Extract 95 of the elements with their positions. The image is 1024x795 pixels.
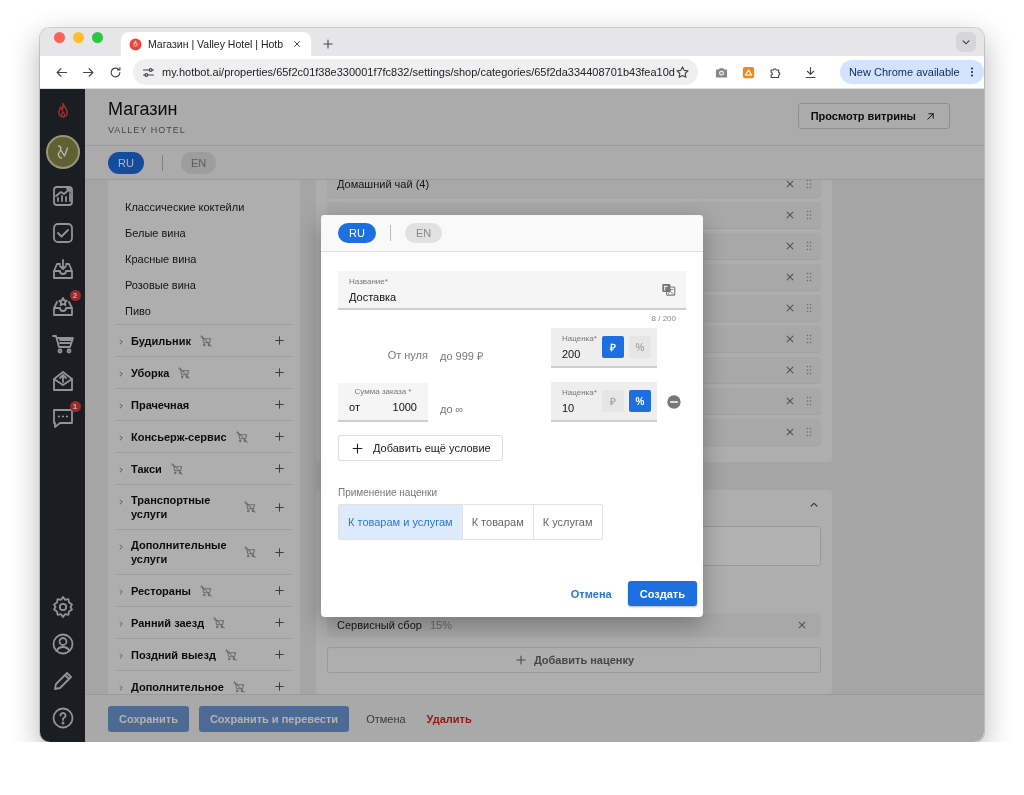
order-amount-field[interactable]: Сумма заказа * от 1000 [338, 382, 428, 422]
product-name: Домашний чай (4) [337, 180, 430, 190]
category-group[interactable]: Консьерж-сервис [131, 429, 227, 444]
field-prefix: от [349, 400, 360, 413]
field-value: Доставка [349, 290, 398, 303]
plus-icon[interactable] [273, 500, 286, 514]
delete-button[interactable]: Удалить [422, 705, 476, 732]
category-group[interactable]: Такси [131, 461, 162, 476]
category-group[interactable]: Поздний выезд [131, 647, 216, 662]
category-item[interactable]: Белые вина [108, 220, 300, 246]
category-group[interactable]: Ранний заезд [131, 615, 205, 630]
section-label: Применение наценки [338, 487, 439, 498]
markup-field[interactable]: Наценка* 10 ₽ % [551, 382, 657, 422]
extension-icon[interactable] [740, 64, 756, 80]
mail-upload-icon[interactable] [50, 368, 75, 393]
star-icon[interactable] [674, 64, 690, 80]
add-condition-button[interactable]: Добавить ещё условие [338, 435, 503, 461]
help-icon[interactable] [50, 705, 75, 730]
field-label: Наценка* [562, 388, 597, 397]
range-start: От нуля [387, 349, 428, 361]
update-button[interactable]: New Chrome available [839, 60, 984, 84]
segment-option[interactable]: К товарам и услугам [339, 505, 462, 539]
notification-badge: 1 [69, 401, 81, 412]
range-end: до ∞ [440, 403, 464, 415]
field-label: Наценка* [562, 334, 597, 343]
plus-icon[interactable] [273, 366, 286, 379]
plus-icon[interactable] [273, 462, 286, 475]
close-icon[interactable] [291, 38, 303, 50]
notification-badge: 2 [69, 290, 81, 301]
plus-icon[interactable] [273, 648, 286, 661]
checkbox-icon[interactable] [50, 220, 75, 245]
flame-icon [129, 37, 142, 51]
field-label: Название* [349, 276, 389, 286]
field-value: 200 [562, 348, 582, 360]
plus-icon[interactable] [273, 616, 286, 629]
unit-toggle[interactable]: ₽ [602, 336, 624, 358]
page-title: Магазин [108, 99, 179, 120]
language-tab[interactable]: RU [338, 223, 376, 243]
plus-icon[interactable] [273, 584, 286, 597]
category-group[interactable]: Прачечная [131, 397, 190, 412]
field-label: Сумма заказа * [353, 386, 413, 396]
category-group[interactable]: Дополнительные услуги [131, 538, 235, 566]
create-button[interactable]: Создать [627, 581, 697, 606]
window-control-button[interactable] [92, 31, 103, 43]
segment-option[interactable]: К услугам [532, 505, 602, 539]
avatar[interactable] [45, 135, 80, 169]
inbox-star-icon[interactable] [50, 294, 75, 319]
plus-icon[interactable] [273, 680, 286, 693]
category-group[interactable]: Будильник [131, 333, 191, 348]
product-row[interactable]: Домашний чай (4) [327, 180, 821, 197]
field-value: 10 [562, 402, 576, 414]
category-item[interactable]: Пиво [108, 298, 300, 324]
translate-icon[interactable] [661, 282, 676, 297]
user-icon[interactable] [50, 631, 75, 656]
plus-icon[interactable] [273, 334, 286, 347]
markup-name: Сервисный сбор [337, 619, 422, 631]
chart-icon[interactable] [50, 183, 75, 208]
category-item[interactable]: Красные вина [108, 246, 300, 272]
category-group[interactable]: Уборка [131, 365, 170, 380]
url-text: my.hotbot.ai/properties/65f2c01f38e330001f7fc832/settings/shop/categories/65f2da334408701b43fea10d [162, 66, 675, 78]
cancel-button[interactable]: Отмена [562, 587, 620, 600]
unit-toggle[interactable]: % [629, 390, 651, 412]
signature-icon [56, 145, 69, 159]
name-field[interactable]: Название* Доставка [338, 271, 686, 310]
inbox-download-icon[interactable] [50, 257, 75, 282]
tab-list-button[interactable] [956, 32, 976, 52]
browser-tab[interactable]: Магазин | Valley Hotel | Hotb [121, 32, 311, 56]
remove-icon[interactable] [666, 394, 682, 410]
category-item[interactable]: Розовые вина [108, 272, 300, 298]
segment-option[interactable]: К товарам [461, 505, 533, 539]
window-control-button[interactable] [54, 31, 65, 43]
page-subtitle: VALLEY HOTEL [108, 125, 187, 135]
storefront-button[interactable]: Просмотр витрины [797, 103, 950, 129]
plus-icon [513, 653, 528, 667]
character-counter: 8 / 200 [650, 314, 677, 325]
category-item[interactable]: Классические коктейли [108, 194, 300, 220]
download-icon[interactable] [802, 64, 818, 80]
plus-icon[interactable] [273, 430, 286, 443]
settings-icon[interactable] [50, 594, 75, 619]
plus-icon[interactable] [273, 545, 286, 559]
field-value: 1000 [392, 400, 417, 413]
add-markup-button[interactable]: Добавить наценку [327, 647, 821, 673]
tab-title: Магазин | Valley Hotel | Hotb [148, 38, 285, 50]
plus-icon[interactable] [273, 398, 286, 411]
category-group[interactable]: Рестораны [131, 583, 191, 598]
reload-icon[interactable] [108, 64, 123, 80]
category-group[interactable]: Транспортные услуги [131, 493, 235, 521]
address-bar[interactable]: my.hotbot.ai/properties/65f2c01f38e330001f7fc832/settings/shop/categories/65f2da334408701b43fea10d [133, 59, 698, 85]
language-tab[interactable]: RU [108, 151, 144, 174]
plus-icon [350, 440, 365, 456]
markup-field[interactable]: Наценка* 200 ₽ % [551, 328, 657, 368]
category-group[interactable]: Дополнительное [131, 679, 224, 694]
new-tab-icon[interactable] [321, 37, 335, 51]
range-end: до 999 ₽ [440, 348, 483, 363]
cancel-button[interactable]: Отмена [359, 705, 413, 732]
